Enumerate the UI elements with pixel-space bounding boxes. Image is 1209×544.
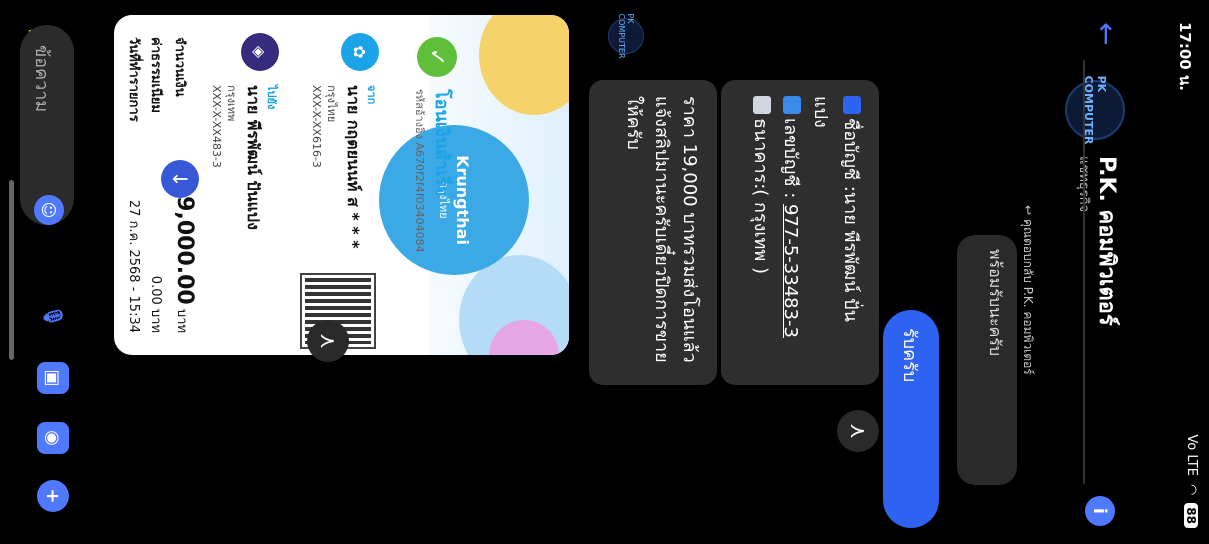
- divider: [1083, 60, 1085, 484]
- account-name-cont: แปง: [810, 96, 831, 128]
- slip-title: โอนเงินสำเร็จ: [431, 89, 452, 197]
- date-label: วันที่ทำรายการ: [126, 37, 141, 122]
- chat-title[interactable]: P.K. คอมพิวเตอร์: [1090, 156, 1125, 326]
- account-number-label: เลขบัญชี :: [780, 118, 801, 204]
- fee-label: ค่าธรรมเนียม: [148, 37, 163, 113]
- amount-label: จำนวนเงิน: [172, 37, 187, 97]
- amount-number: 19,000.00: [172, 180, 197, 305]
- reply-indicator-text: คุณตอบกลับ P.K. คอมพิวเตอร์: [1021, 218, 1035, 375]
- price-message-bubble[interactable]: ราคา 19,000 บาทรวมส่งโอนแล้วแจ้งสลิปมานะ…: [589, 80, 717, 385]
- account-number-link[interactable]: 977-5-33483-3: [780, 204, 801, 338]
- date-value: 27 ก.ค. 2568 - 15:34: [126, 199, 141, 333]
- check-icon: ✓: [417, 37, 457, 77]
- book-icon: [783, 96, 801, 114]
- add-icon[interactable]: +: [37, 480, 69, 512]
- screen-rotated: 17:00 น. Vo LTE ◠ 88 ← PK COMPUTER P.K. …: [0, 0, 1209, 544]
- to-name: นาย พีรพัฒน์ ปันแปง: [244, 85, 263, 230]
- back-arrow-icon[interactable]: ←: [1090, 22, 1123, 45]
- krungthai-bank-icon: ✿: [341, 33, 379, 71]
- chat-header: ← PK COMPUTER P.K. คอมพิวเตอร์ แชทธุรกิจ…: [1057, 0, 1175, 544]
- bank-text: ธนาคาร:( กรุงเทพ ): [750, 118, 771, 275]
- quoted-message[interactable]: พร้อมรับนะครับ: [957, 235, 1017, 485]
- amount-value: 19,000.00 บาท: [172, 181, 197, 333]
- status-bar: 17:00 น. Vo LTE ◠ 88: [1175, 0, 1209, 544]
- from-account: XXX-X-XX616-3: [310, 85, 323, 168]
- from-label: จาก: [365, 85, 378, 105]
- sent-message-bubble[interactable]: รับครับ: [883, 310, 939, 528]
- home-indicator: [9, 180, 14, 360]
- gallery-icon[interactable]: ▣: [37, 362, 69, 394]
- atm-icon: [843, 96, 861, 114]
- to-bank: กรุงเทพ: [225, 85, 238, 122]
- status-time: 17:00 น.: [1176, 22, 1194, 91]
- wifi-icon: ◠: [1184, 483, 1199, 496]
- fee-value: 0.00 บาท: [148, 275, 163, 333]
- account-name-line: ชื่อบัญชี :นาย พีรพัฒน์ ปั่น แปง: [805, 96, 865, 369]
- message-placeholder: ข้อความ: [31, 45, 52, 113]
- share-icon[interactable]: ⋏: [307, 320, 349, 362]
- emoji-icon[interactable]: ☺: [34, 195, 64, 225]
- account-number-line: เลขบัญชี : 977-5-33483-3: [775, 96, 805, 369]
- bank-icon: [753, 96, 771, 114]
- bank-line: ธนาคาร:( กรุงเทพ ): [745, 96, 775, 369]
- account-info-bubble[interactable]: ชื่อบัญชี :นาย พีรพัฒน์ ปั่น แปง เลขบัญช…: [721, 80, 879, 385]
- from-bank: กรุงไทย: [325, 85, 338, 123]
- reply-icon: ↩: [1021, 205, 1035, 219]
- to-account: XXX-X-XX483-3: [210, 85, 223, 168]
- reply-indicator: ↩ คุณตอบกลับ P.K. คอมพิวเตอร์: [1018, 205, 1037, 375]
- amount-unit: บาท: [174, 308, 189, 333]
- info-icon[interactable]: i: [1085, 496, 1115, 526]
- scroll-down-icon[interactable]: ↓: [161, 160, 199, 198]
- account-name-text: ชื่อบัญชี :นาย พีรพัฒน์ ปั่น: [840, 118, 861, 322]
- battery-level: 88: [1184, 503, 1199, 528]
- share-icon[interactable]: ⋏: [837, 410, 879, 452]
- bangkok-bank-icon: ◈: [241, 33, 279, 71]
- from-name: นาย กฤตยนนท์ ส * * *: [344, 85, 363, 249]
- sender-avatar-small[interactable]: PK COMPUTER: [608, 14, 644, 59]
- status-icons: Vo LTE ◠ 88: [1184, 434, 1199, 528]
- signal-label: Vo LTE: [1184, 434, 1199, 476]
- slip-ref: รหัสอ้างอิง A670f2f4f03404084: [413, 89, 426, 253]
- avatar[interactable]: PK COMPUTER: [1065, 76, 1125, 144]
- camera-icon[interactable]: ◉: [37, 422, 69, 454]
- microphone-icon[interactable]: 🎙: [37, 300, 69, 332]
- to-label: ไปยัง: [265, 85, 278, 110]
